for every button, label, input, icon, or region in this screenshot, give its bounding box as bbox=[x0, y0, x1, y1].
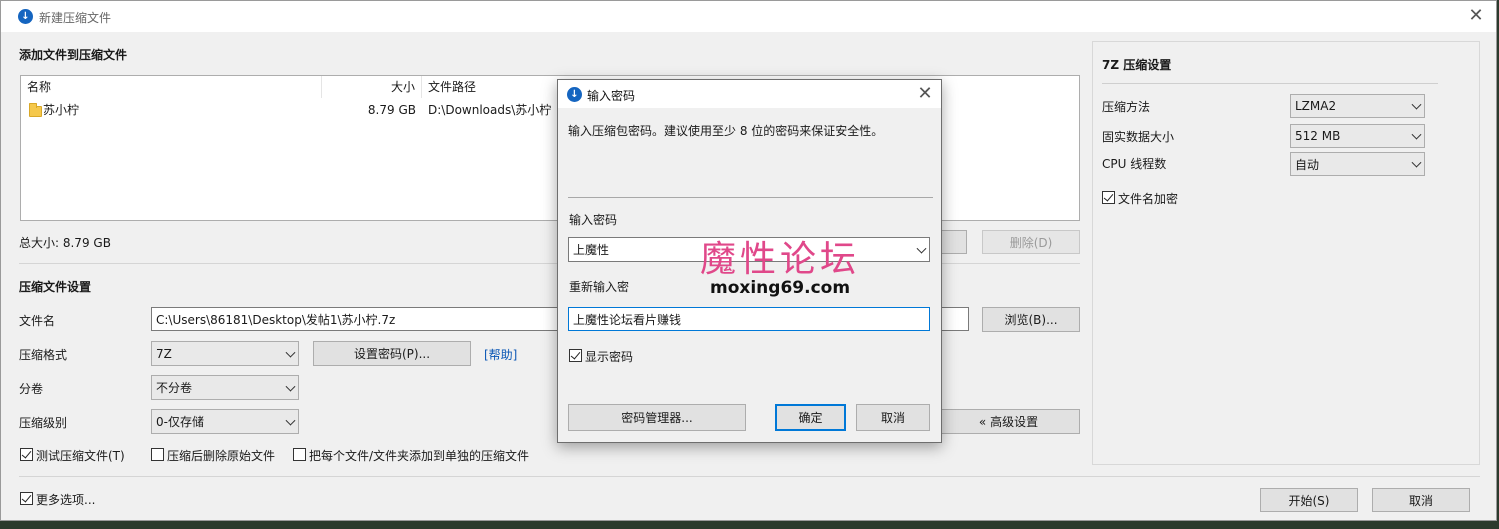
column-header-name[interactable]: 名称 bbox=[21, 76, 322, 98]
chevron-down-icon bbox=[285, 347, 296, 358]
threads-select[interactable]: 自动 bbox=[1290, 152, 1425, 176]
app-icon: ↓ bbox=[18, 9, 33, 24]
browse-button[interactable]: 浏览(B)... bbox=[982, 307, 1080, 332]
chevron-down-icon bbox=[916, 243, 927, 254]
window-title: 新建压缩文件 bbox=[39, 11, 112, 25]
files-section-title: 添加文件到压缩文件 bbox=[19, 48, 128, 62]
method-select[interactable]: LZMA2 bbox=[1290, 94, 1425, 118]
solid-size-select[interactable]: 512 MB bbox=[1290, 124, 1425, 148]
threads-select-value: 自动 bbox=[1295, 157, 1320, 172]
test-archive-checkbox[interactable] bbox=[20, 448, 33, 461]
password-input-value: 上魔性 bbox=[573, 243, 610, 257]
file-size-cell: 8.79 GB bbox=[367, 103, 416, 117]
reenter-password-input[interactable]: 上魔性论坛看片赚钱 bbox=[568, 307, 930, 331]
watermark-url: moxing69.com bbox=[710, 278, 851, 298]
total-size-label: 总大小: 8.79 GB bbox=[19, 236, 111, 250]
reenter-password-label: 重新输入密 bbox=[569, 280, 630, 294]
encrypt-names-checkbox[interactable] bbox=[1102, 191, 1115, 204]
dialog-title-bar: ↓ 输入密码 ✕ bbox=[558, 80, 941, 108]
format-select-value: 7Z bbox=[156, 346, 172, 361]
delete-after-label[interactable]: 压缩后删除原始文件 bbox=[167, 447, 275, 464]
level-label: 压缩级别 bbox=[19, 416, 68, 430]
solid-size-label: 固实数据大小 bbox=[1102, 130, 1175, 144]
password-label: 输入密码 bbox=[569, 213, 618, 227]
folder-icon bbox=[29, 103, 42, 117]
footer-divider bbox=[19, 476, 1480, 477]
method-label: 压缩方法 bbox=[1102, 100, 1151, 114]
ok-button[interactable]: 确定 bbox=[775, 404, 846, 431]
close-icon[interactable]: ✕ bbox=[1467, 7, 1485, 25]
cancel-button[interactable]: 取消 bbox=[1372, 488, 1470, 512]
title-bar: ↓ 新建压缩文件 ✕ bbox=[1, 1, 1496, 32]
separate-archives-checkbox[interactable] bbox=[293, 448, 306, 461]
file-path-cell: D:\Downloads\苏小柠 bbox=[428, 103, 552, 117]
filename-label: 文件名 bbox=[19, 314, 56, 328]
chevron-down-icon bbox=[1411, 129, 1422, 140]
add-button-partial[interactable] bbox=[941, 230, 967, 254]
dialog-title: 输入密码 bbox=[587, 89, 636, 103]
delete-button[interactable]: 删除(D) bbox=[982, 230, 1080, 254]
chevron-down-icon bbox=[1411, 157, 1422, 168]
password-manager-button[interactable]: 密码管理器... bbox=[568, 404, 746, 431]
chevron-down-icon bbox=[285, 415, 296, 426]
dialog-instruction: 输入压缩包密码。建议使用至少 8 位的密码来保证安全性。 bbox=[568, 124, 884, 138]
start-button[interactable]: 开始(S) bbox=[1260, 488, 1358, 512]
show-password-label[interactable]: 显示密码 bbox=[585, 348, 633, 365]
level-select[interactable]: 0-仅存储 bbox=[151, 409, 299, 434]
level-select-value: 0-仅存储 bbox=[156, 415, 204, 429]
separate-archives-label[interactable]: 把每个文件/文件夹添加到单独的压缩文件 bbox=[309, 447, 529, 464]
help-link[interactable]: [帮助] bbox=[484, 346, 517, 363]
more-options-label[interactable]: 更多选项... bbox=[36, 491, 95, 508]
dialog-divider bbox=[568, 197, 933, 198]
app-icon: ↓ bbox=[567, 87, 582, 102]
format-select[interactable]: 7Z bbox=[151, 341, 299, 366]
more-options-checkbox[interactable] bbox=[20, 492, 33, 505]
test-archive-label[interactable]: 测试压缩文件(T) bbox=[36, 447, 125, 464]
file-name-cell: 苏小柠 bbox=[43, 103, 80, 117]
solid-size-select-value: 512 MB bbox=[1295, 129, 1341, 143]
panel-divider bbox=[1102, 83, 1438, 84]
split-select[interactable]: 不分卷 bbox=[151, 375, 299, 400]
dialog-cancel-button[interactable]: 取消 bbox=[856, 404, 930, 431]
archive-settings-title: 压缩文件设置 bbox=[19, 280, 92, 294]
chevron-down-icon bbox=[1411, 99, 1422, 110]
delete-after-checkbox[interactable] bbox=[151, 448, 164, 461]
method-select-value: LZMA2 bbox=[1295, 99, 1337, 113]
set-password-button[interactable]: 设置密码(P)... bbox=[313, 341, 471, 366]
column-header-size[interactable]: 大小 bbox=[322, 76, 422, 98]
advanced-settings-button[interactable]: « 高级设置 bbox=[937, 409, 1080, 434]
split-label: 分卷 bbox=[19, 382, 44, 396]
watermark-text: 魔性论坛 bbox=[700, 239, 861, 280]
encrypt-names-label[interactable]: 文件名加密 bbox=[1118, 190, 1178, 207]
threads-label: CPU 线程数 bbox=[1102, 157, 1167, 171]
close-icon[interactable]: ✕ bbox=[916, 85, 934, 103]
chevron-down-icon bbox=[285, 381, 296, 392]
show-password-checkbox[interactable] bbox=[569, 349, 582, 362]
compression-settings-panel: 7Z 压缩设置 压缩方法 LZMA2 固实数据大小 512 MB CPU 线程数… bbox=[1092, 41, 1480, 465]
panel-title: 7Z 压缩设置 bbox=[1102, 58, 1172, 72]
split-select-value: 不分卷 bbox=[156, 381, 193, 395]
format-label: 压缩格式 bbox=[19, 348, 68, 362]
